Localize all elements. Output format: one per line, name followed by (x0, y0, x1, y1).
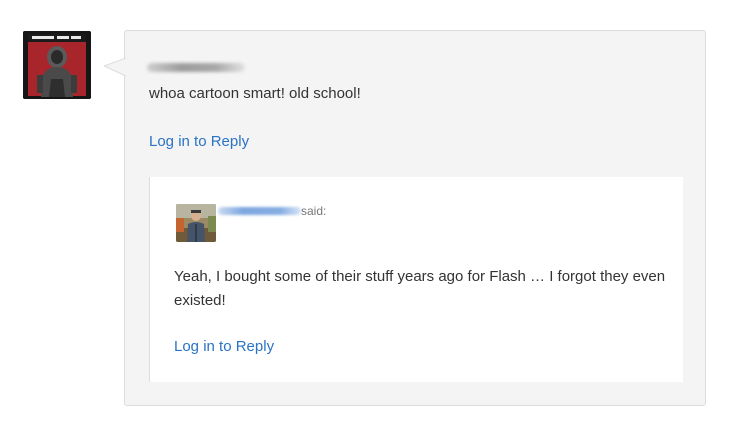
reply-text: Yeah, I bought some of their stuff years… (174, 268, 666, 309)
reply-author-name-redacted (218, 207, 301, 215)
comment-author-name-redacted (147, 63, 245, 72)
avatar-icon (23, 31, 91, 99)
avatar-icon (176, 204, 216, 242)
said-label: said: (301, 204, 327, 218)
comment-text: whoa cartoon smart! old school! (149, 85, 361, 102)
comment-body: whoa cartoon smart! old school! Log in t… (104, 30, 706, 406)
comment-thread: whoa cartoon smart! old school! Log in t… (0, 0, 735, 428)
commenter-avatar[interactable] (23, 31, 91, 99)
log-in-to-reply-link[interactable]: Log in to Reply (149, 133, 249, 150)
nested-reply: said: Yeah, I bought some of their stuff… (149, 177, 683, 382)
reply-author-avatar[interactable] (176, 204, 216, 242)
log-in-to-reply-link-nested[interactable]: Log in to Reply (174, 338, 274, 355)
